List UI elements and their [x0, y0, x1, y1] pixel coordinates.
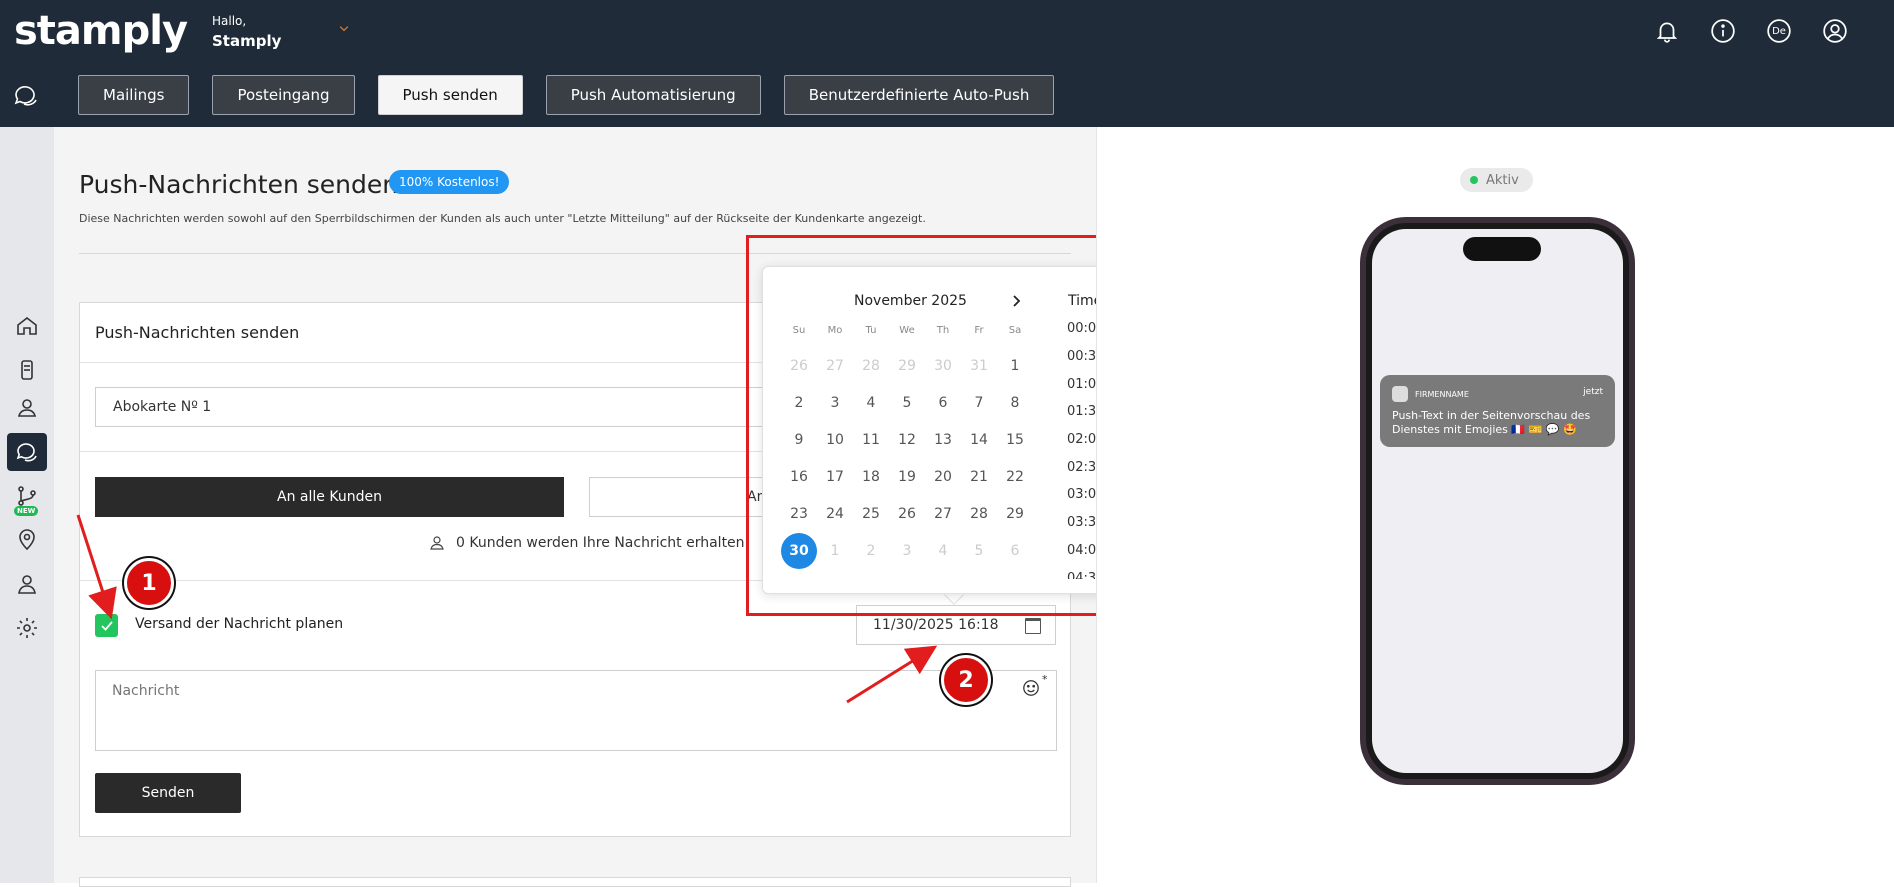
status-text: Aktiv — [1486, 172, 1519, 188]
required-marker: * — [1042, 673, 1048, 686]
tab-push-senden[interactable]: Push senden — [377, 75, 523, 115]
chat-icon[interactable] — [12, 82, 40, 110]
logo[interactable]: stamply — [14, 8, 188, 54]
schedule-label: Versand der Nachricht planen — [135, 616, 344, 632]
home-icon[interactable] — [7, 307, 47, 345]
checkmark-icon — [100, 620, 113, 631]
app-icon — [1392, 386, 1408, 402]
status-badge: Aktiv — [1460, 168, 1533, 192]
location-icon[interactable] — [7, 521, 47, 559]
phone-mockup: FIRMENNAME jetzt Push-Text in der Seiten… — [1360, 217, 1635, 785]
page-title: Push-Nachrichten senden — [79, 170, 399, 199]
user-icon[interactable] — [7, 565, 47, 603]
notification-app: FIRMENNAME — [1392, 386, 1469, 402]
notification-app-name: FIRMENNAME — [1415, 389, 1469, 399]
stamp-card-icon[interactable] — [7, 351, 47, 389]
send-button[interactable]: Senden — [95, 773, 241, 813]
language-icon[interactable]: De — [1766, 18, 1792, 44]
language-label: De — [1772, 25, 1786, 37]
calendar-icon[interactable] — [1025, 618, 1041, 634]
phone-screen: FIRMENNAME jetzt Push-Text in der Seiten… — [1372, 229, 1623, 773]
tab-custom-auto-push[interactable]: Benutzerdefinierte Auto-Push — [783, 75, 1055, 115]
card-title: Push-Nachrichten senden — [95, 323, 300, 342]
free-badge: 100% Kostenlos! — [389, 170, 510, 194]
user-greeting[interactable]: Hallo, Stamply — [212, 14, 281, 50]
customers-icon — [430, 536, 444, 550]
message-input[interactable] — [95, 670, 1057, 751]
tab-mailings[interactable]: Mailings — [78, 75, 190, 115]
next-card — [79, 877, 1071, 887]
top-bar: stamply Hallo, Stamply De Mailings Poste… — [0, 0, 1894, 127]
annotation-marker-2: 2 — [941, 655, 991, 705]
tab-push-automatisierung[interactable]: Push Automatisierung — [545, 75, 761, 115]
recipient-count-text: 0 Kunden werden Ihre Nachricht erhalten — [456, 535, 745, 551]
chevron-down-icon[interactable] — [339, 22, 349, 32]
settings-icon[interactable] — [7, 609, 47, 647]
page-subtitle: Diese Nachrichten werden sowohl auf den … — [79, 212, 926, 225]
bell-icon[interactable] — [1654, 18, 1680, 44]
messages-icon[interactable] — [7, 433, 47, 471]
greeting-text: Hallo, — [212, 14, 247, 28]
user-name: Stamply — [212, 32, 282, 50]
sidebar: NEW — [0, 127, 54, 883]
user-account-icon[interactable] — [1822, 18, 1848, 44]
send-to-all-button[interactable]: An alle Kunden — [95, 477, 564, 517]
emoji-icon[interactable] — [1022, 679, 1040, 697]
datetime-value: 11/30/2025 16:18 — [873, 617, 999, 633]
push-notification-preview: FIRMENNAME jetzt Push-Text in der Seiten… — [1380, 375, 1615, 447]
notification-time: jetzt — [1583, 387, 1603, 397]
branches-icon[interactable] — [7, 477, 47, 515]
dynamic-island — [1463, 237, 1541, 261]
info-icon[interactable] — [1710, 18, 1736, 44]
notification-text: Push-Text in der Seitenvorschau des Dien… — [1392, 409, 1591, 436]
tab-posteingang[interactable]: Posteingang — [212, 75, 355, 115]
schedule-checkbox[interactable] — [95, 614, 118, 637]
status-dot — [1470, 176, 1478, 184]
annotation-marker-1: 1 — [124, 558, 174, 608]
tab-bar: Mailings Posteingang Push senden Push Au… — [78, 75, 1055, 115]
recipient-count: 0 Kunden werden Ihre Nachricht erhalten — [428, 534, 745, 552]
customers-icon[interactable] — [7, 389, 47, 427]
